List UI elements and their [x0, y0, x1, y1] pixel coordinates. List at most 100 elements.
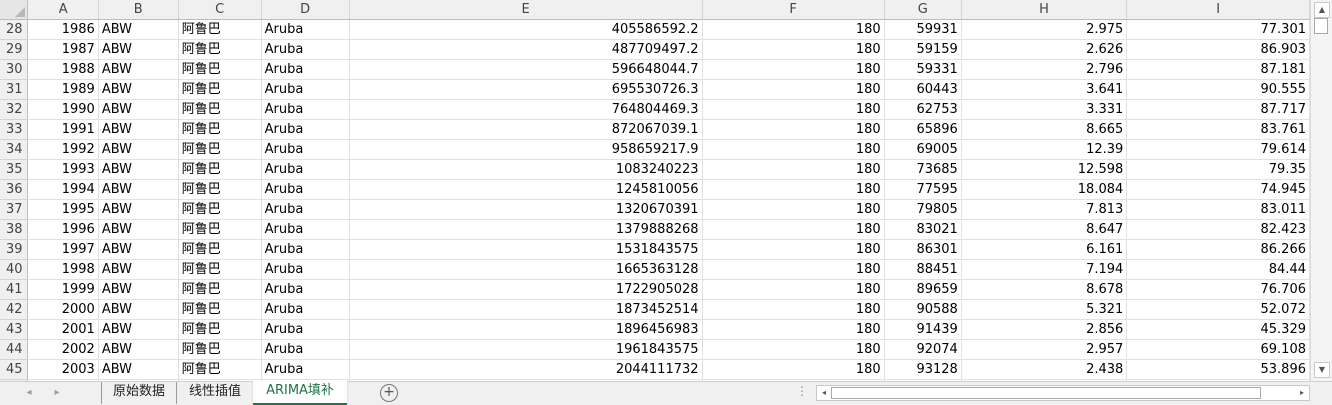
cell-name-en[interactable]: Aruba — [261, 179, 350, 200]
cell-value-e[interactable]: 2044111732 — [349, 359, 703, 380]
cell-name-zh[interactable]: 阿鲁巴 — [178, 219, 262, 240]
row-header[interactable]: 33 — [0, 119, 29, 140]
cell-value-g[interactable]: 89659 — [884, 279, 962, 300]
cell-value-h[interactable]: 12.39 — [961, 139, 1128, 160]
vertical-scrollbar[interactable]: ▲ ▼ — [1310, 0, 1332, 381]
cell-name-zh[interactable]: 阿鲁巴 — [178, 159, 262, 180]
row-header[interactable]: 40 — [0, 259, 29, 280]
cell-value-i[interactable]: 76.706 — [1126, 279, 1310, 300]
cell-name-en[interactable]: Aruba — [261, 99, 350, 120]
cell-value-f[interactable]: 180 — [702, 319, 885, 340]
cell-value-i[interactable]: 45.329 — [1126, 319, 1310, 340]
cell-year[interactable]: 1986 — [27, 19, 99, 40]
row-header[interactable]: 30 — [0, 59, 29, 80]
cell-value-h[interactable]: 2.438 — [961, 359, 1128, 380]
cell-code[interactable]: ABW — [98, 339, 179, 360]
cell-code[interactable]: ABW — [98, 359, 179, 380]
cell-value-f[interactable]: 180 — [702, 79, 885, 100]
cell-value-g[interactable]: 65896 — [884, 119, 962, 140]
cell-name-en[interactable]: Aruba — [261, 119, 350, 140]
cell-value-h[interactable]: 2.975 — [961, 19, 1128, 40]
cell-name-zh[interactable]: 阿鲁巴 — [178, 359, 262, 380]
cell-name-zh[interactable]: 阿鲁巴 — [178, 199, 262, 220]
cell-year[interactable]: 1987 — [27, 39, 99, 60]
cell-value-e[interactable]: 596648044.7 — [349, 59, 703, 80]
cell-value-g[interactable]: 69005 — [884, 139, 962, 160]
column-header-f[interactable]: F — [702, 0, 885, 20]
cell-name-zh[interactable]: 阿鲁巴 — [178, 19, 262, 40]
cell-value-e[interactable]: 1531843575 — [349, 239, 703, 260]
prev-sheet-icon[interactable]: ◂ — [20, 384, 38, 402]
cell-value-i[interactable]: 86.903 — [1126, 39, 1310, 60]
cell-value-h[interactable]: 8.647 — [961, 219, 1128, 240]
cell-name-zh[interactable]: 阿鲁巴 — [178, 319, 262, 340]
cell-value-e[interactable]: 487709497.2 — [349, 39, 703, 60]
cell-value-g[interactable]: 77595 — [884, 179, 962, 200]
cell-value-f[interactable]: 180 — [702, 59, 885, 80]
cell-value-i[interactable]: 79.35 — [1126, 159, 1310, 180]
more-options-icon[interactable]: ⋮ — [796, 384, 808, 398]
cell-value-g[interactable]: 92074 — [884, 339, 962, 360]
cell-value-g[interactable]: 60443 — [884, 79, 962, 100]
cell-code[interactable]: ABW — [98, 139, 179, 160]
cell-code[interactable]: ABW — [98, 119, 179, 140]
add-sheet-icon[interactable]: + — [380, 384, 398, 402]
cell-value-e[interactable]: 1083240223 — [349, 159, 703, 180]
cell-code[interactable]: ABW — [98, 279, 179, 300]
tab-original-data[interactable]: 原始数据 — [101, 382, 176, 404]
cell-value-i[interactable]: 52.072 — [1126, 299, 1310, 320]
cell-value-f[interactable]: 180 — [702, 339, 885, 360]
cell-value-f[interactable]: 180 — [702, 259, 885, 280]
cell-name-zh[interactable]: 阿鲁巴 — [178, 179, 262, 200]
column-header-c[interactable]: C — [178, 0, 262, 20]
row-header[interactable]: 42 — [0, 299, 29, 320]
cell-value-f[interactable]: 180 — [702, 359, 885, 380]
row-header[interactable]: 28 — [0, 19, 29, 40]
cell-value-e[interactable]: 1873452514 — [349, 299, 703, 320]
cell-value-e[interactable]: 1722905028 — [349, 279, 703, 300]
cell-code[interactable]: ABW — [98, 319, 179, 340]
vertical-scroll-thumb[interactable] — [1314, 18, 1328, 34]
row-header[interactable]: 31 — [0, 79, 29, 100]
cell-value-e[interactable]: 1665363128 — [349, 259, 703, 280]
cell-value-g[interactable]: 86301 — [884, 239, 962, 260]
cell-value-e[interactable]: 764804469.3 — [349, 99, 703, 120]
cell-value-f[interactable]: 180 — [702, 179, 885, 200]
cell-name-en[interactable]: Aruba — [261, 39, 350, 60]
cell-code[interactable]: ABW — [98, 159, 179, 180]
cell-value-h[interactable]: 3.331 — [961, 99, 1128, 120]
cell-value-i[interactable]: 86.266 — [1126, 239, 1310, 260]
cell-code[interactable]: ABW — [98, 219, 179, 240]
cell-name-en[interactable]: Aruba — [261, 319, 350, 340]
cell-value-h[interactable]: 3.641 — [961, 79, 1128, 100]
row-header[interactable]: 43 — [0, 319, 29, 340]
column-header-b[interactable]: B — [98, 0, 179, 20]
cell-value-h[interactable]: 2.796 — [961, 59, 1128, 80]
cell-year[interactable]: 2003 — [27, 359, 99, 380]
cell-code[interactable]: ABW — [98, 99, 179, 120]
row-header[interactable]: 37 — [0, 199, 29, 220]
cell-code[interactable]: ABW — [98, 39, 179, 60]
tab-arima-fill[interactable]: ARIMA填补 — [253, 381, 347, 405]
cell-value-e[interactable]: 1961843575 — [349, 339, 703, 360]
cell-name-zh[interactable]: 阿鲁巴 — [178, 299, 262, 320]
cell-value-g[interactable]: 59159 — [884, 39, 962, 60]
cell-year[interactable]: 1999 — [27, 279, 99, 300]
scroll-down-icon[interactable]: ▼ — [1314, 362, 1330, 378]
cell-name-en[interactable]: Aruba — [261, 159, 350, 180]
cell-value-i[interactable]: 69.108 — [1126, 339, 1310, 360]
cell-name-zh[interactable]: 阿鲁巴 — [178, 119, 262, 140]
cell-value-i[interactable]: 74.945 — [1126, 179, 1310, 200]
cell-value-e[interactable]: 1320670391 — [349, 199, 703, 220]
cell-value-f[interactable]: 180 — [702, 139, 885, 160]
cell-code[interactable]: ABW — [98, 259, 179, 280]
row-header[interactable]: 45 — [0, 359, 29, 380]
cell-value-i[interactable]: 83.761 — [1126, 119, 1310, 140]
cell-value-g[interactable]: 90588 — [884, 299, 962, 320]
cell-name-en[interactable]: Aruba — [261, 359, 350, 380]
cell-name-en[interactable]: Aruba — [261, 259, 350, 280]
cell-code[interactable]: ABW — [98, 59, 179, 80]
cell-name-zh[interactable]: 阿鲁巴 — [178, 39, 262, 60]
cell-value-f[interactable]: 180 — [702, 299, 885, 320]
cell-value-i[interactable]: 77.301 — [1126, 19, 1310, 40]
